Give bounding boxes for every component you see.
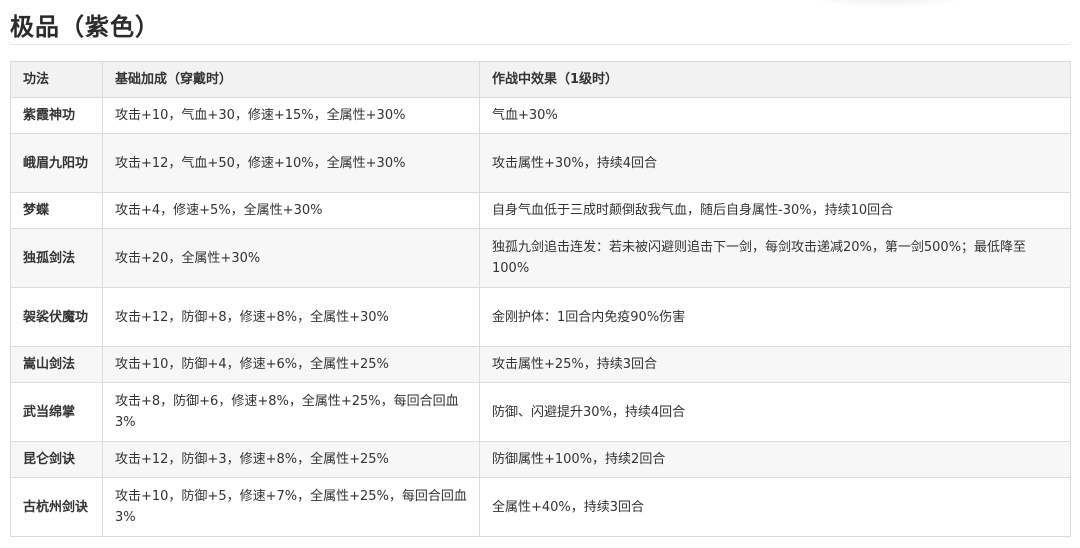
base-bonus-cell: 攻击+12，防御+8，修速+8%，全属性+30% (102, 287, 480, 347)
skill-name-cell: 袈裟伏魔功 (10, 287, 103, 347)
table-body: 紫霞神功 攻击+10，气血+30，修速+15%，全属性+30% 气血+30% 峨… (10, 97, 1071, 537)
skill-name-cell: 峨眉九阳功 (10, 133, 103, 193)
battle-effect-cell: 防御、闪避提升30%，持续4回合 (479, 382, 1071, 442)
skill-name-cell: 嵩山剑法 (10, 346, 103, 383)
skills-table: 功法 基础加成（穿戴时） 作战中效果（1级时） 紫霞神功 攻击+10，气血+30… (10, 61, 1071, 537)
base-bonus-cell: 攻击+8，防御+6，修速+8%，全属性+25%，每回合回血3% (102, 382, 480, 442)
skill-name-cell: 昆仑剑诀 (10, 441, 103, 478)
table-row: 独孤剑法 攻击+20，全属性+30% 独孤九剑追击连发：若未被闪避则追击下一剑，… (10, 228, 1071, 288)
base-bonus-cell: 攻击+10，防御+5，修速+7%，全属性+25%，每回合回血3% (102, 477, 480, 537)
skill-name-cell: 梦蝶 (10, 192, 103, 229)
column-header-battle-effect: 作战中效果（1级时） (479, 61, 1071, 98)
blurred-decoration (790, 0, 990, 8)
battle-effect-cell: 全属性+40%，持续3回合 (479, 477, 1071, 537)
table-row: 紫霞神功 攻击+10，气血+30，修速+15%，全属性+30% 气血+30% (10, 97, 1071, 134)
section-heading: 极品（紫色） (10, 13, 160, 41)
base-bonus-cell: 攻击+12，防御+3，修速+8%，全属性+25% (102, 441, 480, 478)
battle-effect-cell: 独孤九剑追击连发：若未被闪避则追击下一剑，每剑攻击递减20%，第一剑500%；最… (479, 228, 1071, 288)
skill-name-cell: 武当绵掌 (10, 382, 103, 442)
page: 极品（紫色） 功法 基础加成（穿戴时） 作战中效果（1级时） 紫霞神功 攻击+1… (0, 0, 1080, 548)
base-bonus-cell: 攻击+20，全属性+30% (102, 228, 480, 288)
base-bonus-cell: 攻击+12，气血+50，修速+10%，全属性+30% (102, 133, 480, 193)
battle-effect-cell: 气血+30% (479, 97, 1071, 134)
base-bonus-cell: 攻击+10，气血+30，修速+15%，全属性+30% (102, 97, 480, 134)
heading-divider (10, 44, 1070, 45)
table-row: 袈裟伏魔功 攻击+12，防御+8，修速+8%，全属性+30% 金刚护体：1回合内… (10, 287, 1071, 347)
battle-effect-cell: 防御属性+100%，持续2回合 (479, 441, 1071, 478)
column-header-base-bonus: 基础加成（穿戴时） (102, 61, 480, 98)
battle-effect-cell: 自身气血低于三成时颠倒敌我气血，随后自身属性-30%，持续10回合 (479, 192, 1071, 229)
base-bonus-cell: 攻击+4，修速+5%，全属性+30% (102, 192, 480, 229)
battle-effect-cell: 金刚护体：1回合内免疫90%伤害 (479, 287, 1071, 347)
skill-name-cell: 古杭州剑诀 (10, 477, 103, 537)
table-row: 古杭州剑诀 攻击+10，防御+5，修速+7%，全属性+25%，每回合回血3% 全… (10, 477, 1071, 537)
battle-effect-cell: 攻击属性+30%，持续4回合 (479, 133, 1071, 193)
table-header: 功法 基础加成（穿戴时） 作战中效果（1级时） (10, 61, 1071, 98)
skill-name-cell: 紫霞神功 (10, 97, 103, 134)
table-row: 梦蝶 攻击+4，修速+5%，全属性+30% 自身气血低于三成时颠倒敌我气血，随后… (10, 192, 1071, 229)
table-row: 昆仑剑诀 攻击+12，防御+3，修速+8%，全属性+25% 防御属性+100%，… (10, 441, 1071, 478)
battle-effect-cell: 攻击属性+25%，持续3回合 (479, 346, 1071, 383)
column-header-skill: 功法 (10, 61, 103, 98)
skill-name-cell: 独孤剑法 (10, 228, 103, 288)
table-row: 武当绵掌 攻击+8，防御+6，修速+8%，全属性+25%，每回合回血3% 防御、… (10, 382, 1071, 442)
base-bonus-cell: 攻击+10，防御+4，修速+6%，全属性+25% (102, 346, 480, 383)
header-row: 功法 基础加成（穿戴时） 作战中效果（1级时） (10, 61, 1071, 98)
table-row: 嵩山剑法 攻击+10，防御+4，修速+6%，全属性+25% 攻击属性+25%，持… (10, 346, 1071, 383)
table-row: 峨眉九阳功 攻击+12，气血+50，修速+10%，全属性+30% 攻击属性+30… (10, 133, 1071, 193)
